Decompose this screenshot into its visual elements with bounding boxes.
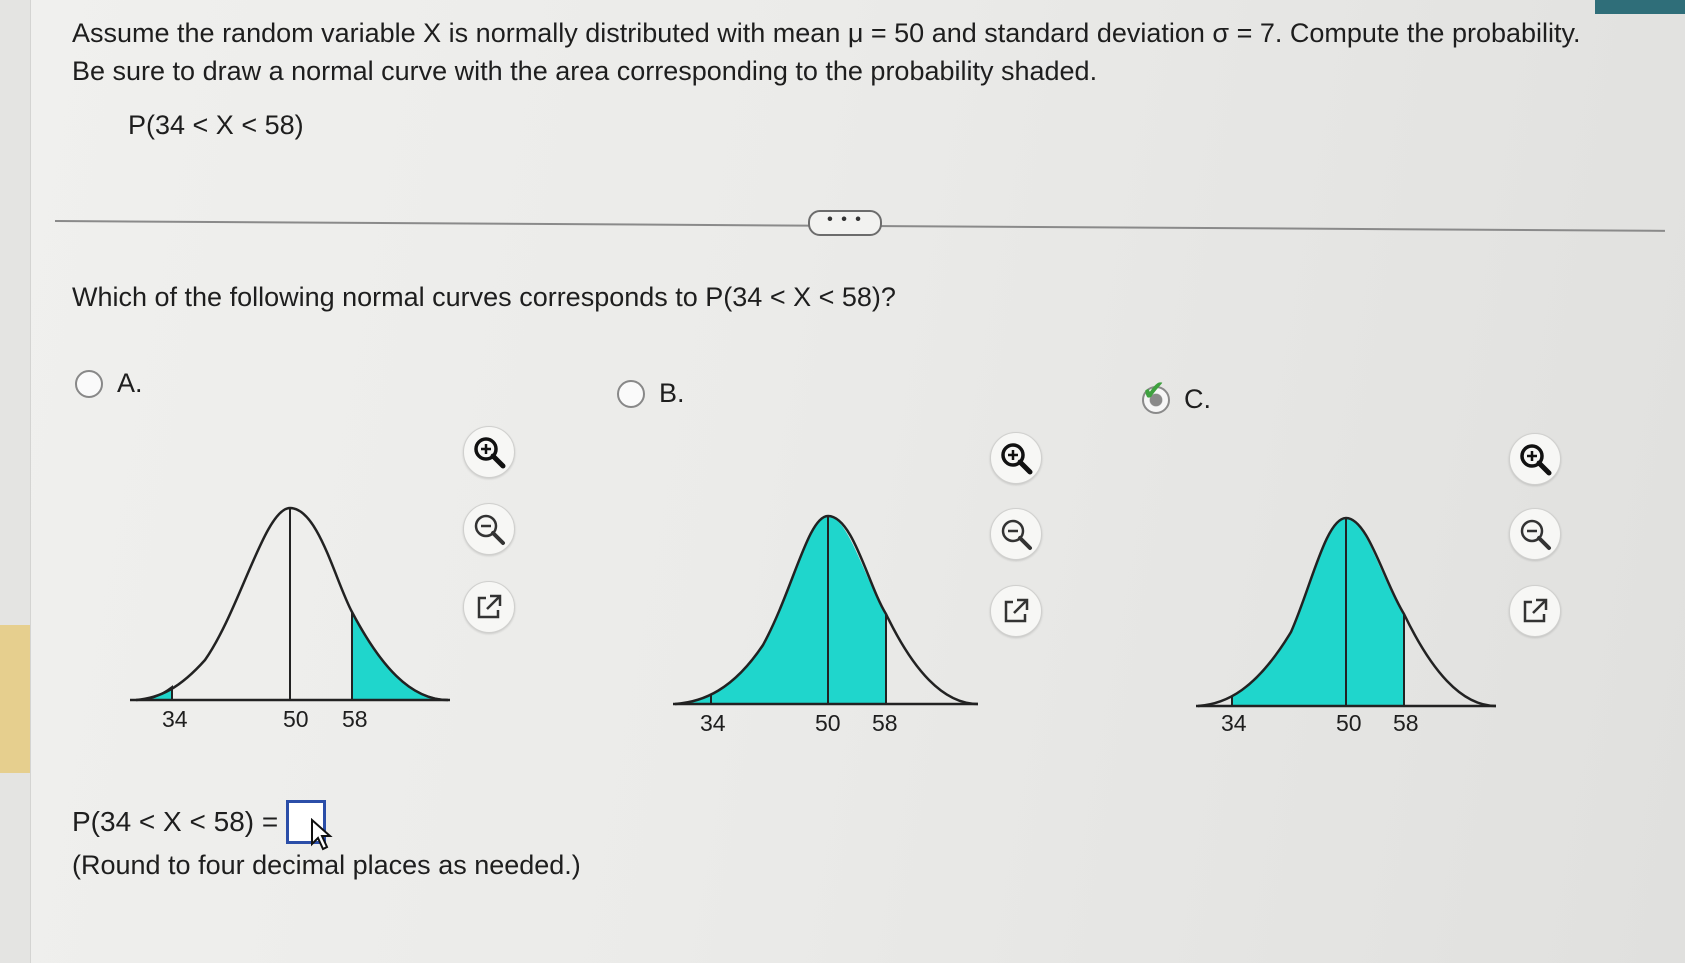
question-text: Which of the following normal curves cor… bbox=[72, 282, 896, 312]
radio-option-a[interactable] bbox=[75, 369, 103, 398]
zoom-in-button-c[interactable] bbox=[1509, 433, 1561, 485]
zoom-in-icon bbox=[474, 437, 506, 469]
zoom-out-icon bbox=[1520, 519, 1551, 550]
tick-b-50: 50 bbox=[815, 710, 841, 736]
zoom-in-button-b[interactable] bbox=[990, 432, 1042, 484]
option-c-label: C. bbox=[1184, 384, 1211, 414]
tick-c-50: 50 bbox=[1336, 710, 1362, 736]
zoom-in-icon bbox=[1001, 443, 1033, 475]
zoom-out-button-a[interactable] bbox=[463, 503, 515, 555]
option-a-label: A. bbox=[117, 368, 143, 398]
option-c[interactable]: ✔ C. bbox=[1142, 375, 1211, 415]
left-sidebar-strip bbox=[0, 0, 31, 963]
zoom-out-icon bbox=[474, 514, 505, 545]
radio-option-b[interactable] bbox=[617, 379, 645, 408]
left-sidebar-highlight bbox=[0, 625, 30, 773]
tick-c-34: 34 bbox=[1221, 710, 1247, 736]
external-link-icon bbox=[1523, 598, 1548, 623]
zoom-in-icon bbox=[1520, 444, 1552, 476]
option-b[interactable]: B. bbox=[617, 378, 685, 409]
open-external-button-b[interactable] bbox=[990, 585, 1042, 637]
rounding-note: (Round to four decimal places as needed.… bbox=[72, 850, 581, 880]
top-right-bar bbox=[1595, 0, 1685, 14]
external-link-icon bbox=[477, 594, 502, 619]
tick-c-58: 58 bbox=[1393, 710, 1419, 736]
probability-expression: P(34 < X < 58) bbox=[128, 110, 304, 140]
tick-a-58: 58 bbox=[342, 706, 368, 732]
zoom-out-button-c[interactable] bbox=[1509, 508, 1561, 560]
zoom-out-button-b[interactable] bbox=[990, 508, 1042, 560]
problem-statement: Assume the random variable X is normally… bbox=[72, 18, 1581, 86]
option-a[interactable]: A. bbox=[75, 368, 143, 399]
tick-a-34: 34 bbox=[162, 706, 188, 732]
answer-label: P(34 < X < 58) = bbox=[72, 806, 279, 837]
zoom-in-button-a[interactable] bbox=[463, 426, 515, 478]
tick-b-58: 58 bbox=[872, 710, 898, 736]
normal-curve-b bbox=[673, 514, 979, 706]
tick-a-50: 50 bbox=[283, 706, 309, 732]
answer-row: P(34 < X < 58) = bbox=[72, 800, 327, 844]
open-external-button-c[interactable] bbox=[1509, 585, 1561, 637]
expand-more-button[interactable]: • • • bbox=[808, 210, 882, 236]
external-link-icon bbox=[1004, 598, 1029, 623]
tick-b-34: 34 bbox=[700, 710, 726, 736]
option-b-label: B. bbox=[659, 378, 685, 408]
normal-curve-c bbox=[1196, 516, 1497, 708]
open-external-button-a[interactable] bbox=[463, 581, 515, 633]
normal-curve-a bbox=[130, 506, 450, 702]
radio-option-c[interactable]: ✔ bbox=[1142, 375, 1170, 414]
check-icon: ✔ bbox=[1142, 374, 1166, 406]
mouse-pointer-icon bbox=[311, 818, 333, 851]
zoom-out-icon bbox=[1001, 519, 1032, 550]
